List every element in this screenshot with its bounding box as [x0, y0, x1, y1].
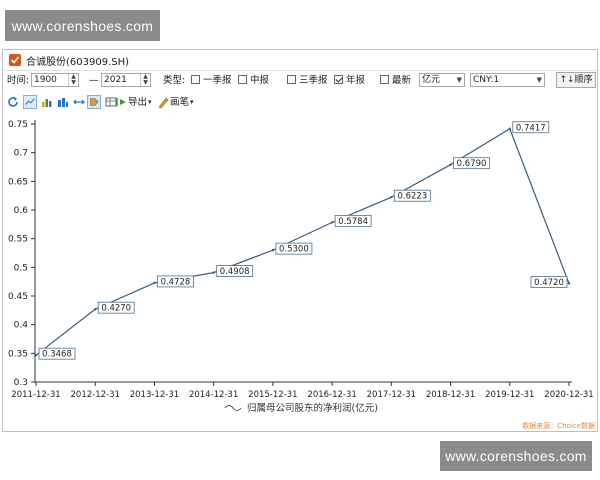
column-chart-icon[interactable]	[56, 95, 70, 109]
window-title: 合诚股份(603909.SH)	[26, 56, 130, 68]
checkbox-half-year-label: 中报	[250, 75, 270, 86]
legend-label: 归属母公司股东的净利润(亿元)	[247, 402, 378, 414]
time-label: 时间:	[7, 75, 30, 86]
x-tick-label: 2020-12-31	[544, 390, 593, 400]
title-bar: 合诚股份(603909.SH)	[3, 50, 597, 71]
y-tick-label: 0.35	[8, 349, 28, 359]
data-label: 0.5300	[279, 245, 309, 255]
data-point	[330, 221, 334, 224]
dropdown-arrow-icon: ▼	[456, 76, 462, 84]
data-label: 0.4720	[534, 278, 564, 288]
data-label: 0.4728	[161, 277, 191, 287]
filter-bar: 时间: 1900 ▲ ▼ — 2021 ▲ ▼ 类型: 一季报 中报 三季报 年报 …	[3, 71, 597, 91]
watermark-top: www.corenshoes.com	[5, 10, 160, 41]
data-label: 0.4908	[220, 267, 250, 277]
x-tick-label: 2013-12-31	[130, 390, 179, 400]
y-tick-label: 0.55	[8, 235, 28, 245]
data-label: 0.4270	[101, 304, 131, 314]
data-point	[94, 307, 97, 311]
checkbox-half-year[interactable]	[238, 75, 247, 84]
y-tick-label: 0.65	[8, 177, 28, 187]
data-point	[153, 281, 156, 285]
tag-icon[interactable]	[87, 95, 101, 109]
app-check-icon	[9, 54, 21, 66]
app-window: 合诚股份(603909.SH) 时间: 1900 ▲ ▼ — 2021 ▲ ▼ 类型…	[2, 49, 598, 432]
link-icon[interactable]	[72, 95, 86, 109]
end-year-value: 2021	[104, 75, 127, 85]
watermark-bottom: www.corenshoes.com	[440, 441, 592, 471]
x-tick-label: 2017-12-31	[367, 390, 416, 400]
data-label: 0.7417	[516, 123, 546, 133]
net-profit-line-chart: 0.75 0.7 0.65 0.6 0.55 0.5 0.45 0.4 0.35 0.3 2011-…	[8, 120, 595, 430]
y-tick-label: 0.7	[14, 149, 28, 159]
data-point	[34, 353, 38, 357]
checkbox-annual[interactable]	[334, 75, 343, 84]
checkbox-q3-label: 三季报	[299, 75, 328, 86]
currency-select[interactable]: CNY:1 ▼	[470, 73, 545, 87]
spinner-arrows-icon[interactable]: ▲ ▼	[140, 74, 150, 86]
data-point	[390, 196, 393, 199]
brush-dropdown-icon[interactable]: ▾	[190, 96, 194, 109]
line-chart-icon[interactable]	[23, 95, 37, 109]
data-point	[567, 282, 571, 285]
export-button-label[interactable]: 导出	[128, 96, 147, 109]
legend-line-icon	[224, 405, 242, 411]
unit-select-value: 亿元	[422, 75, 441, 85]
x-tick-label: 2019-12-31	[485, 390, 534, 400]
y-tick-label: 0.45	[8, 292, 28, 302]
data-point	[271, 248, 275, 252]
x-tick-label: 2018-12-31	[426, 390, 475, 400]
y-tick-label: 0.6	[14, 206, 29, 216]
y-tick-label: 0.3	[14, 378, 28, 388]
range-dash: —	[89, 75, 99, 86]
data-label: 0.5784	[338, 217, 368, 227]
x-tick-label: 2012-12-31	[71, 390, 120, 400]
chart-area: 0.75 0.7 0.65 0.6 0.55 0.5 0.45 0.4 0.35 0.3 2011-…	[3, 112, 597, 433]
checkbox-q1-label: 一季报	[203, 75, 232, 86]
export-icon[interactable]	[116, 95, 128, 109]
data-label: 0.6223	[397, 192, 427, 202]
spinner-arrows-icon[interactable]: ▲ ▼	[68, 74, 78, 86]
type-label: 类型:	[163, 75, 186, 86]
y-tick-label: 0.4	[14, 321, 29, 331]
unit-select[interactable]: 亿元 ▼	[419, 73, 465, 87]
data-label: 0.3468	[42, 350, 72, 360]
bar-chart-icon[interactable]	[40, 95, 54, 109]
end-year-spinner[interactable]: 2021 ▲ ▼	[101, 73, 151, 87]
data-point	[212, 271, 215, 274]
data-label: 0.6790	[457, 159, 487, 169]
dropdown-arrow-icon: ▼	[536, 76, 542, 84]
checkbox-q1[interactable]	[191, 75, 200, 84]
export-dropdown-icon[interactable]: ▾	[148, 96, 152, 109]
brush-button-label[interactable]: 画笔	[170, 96, 189, 109]
data-point	[449, 163, 452, 166]
chart-toolbar: 导出 ▾ 画笔 ▾	[3, 93, 597, 111]
checkbox-annual-label: 年报	[346, 75, 366, 86]
brush-icon[interactable]	[157, 95, 169, 109]
data-source-note: 数据来源：Choice数据	[522, 421, 595, 430]
checkbox-latest-label: 最新	[392, 75, 412, 86]
sort-order-button[interactable]: ↑↓顺序	[556, 72, 596, 88]
data-point	[508, 127, 511, 130]
checkbox-latest[interactable]	[380, 75, 389, 84]
checkbox-q3[interactable]	[287, 75, 296, 84]
x-tick-label: 2015-12-31	[248, 390, 297, 400]
y-tick-label: 0.5	[14, 263, 28, 273]
currency-select-value: CNY:1	[473, 75, 500, 85]
x-tick-label: 2016-12-31	[307, 390, 356, 400]
y-tick-label: 0.75	[8, 120, 28, 130]
x-tick-label: 2011-12-31	[11, 390, 60, 400]
start-year-value: 1900	[34, 75, 57, 85]
refresh-icon[interactable]	[6, 95, 20, 109]
start-year-spinner[interactable]: 1900 ▲ ▼	[31, 73, 79, 87]
x-tick-label: 2014-12-31	[189, 390, 238, 400]
